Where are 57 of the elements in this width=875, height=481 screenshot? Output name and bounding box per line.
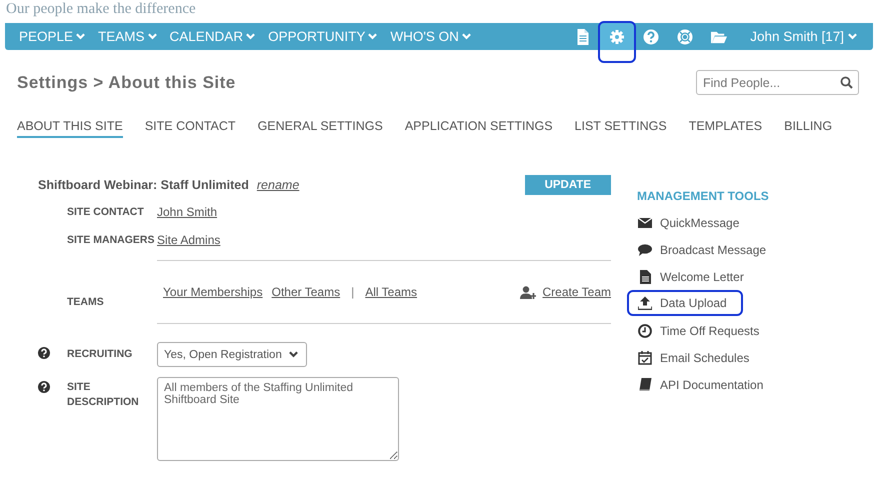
team-filter-link[interactable]: Your Memberships <box>163 284 263 300</box>
tab[interactable]: LIST SETTINGS <box>574 119 667 138</box>
team-filter-link[interactable]: All Teams <box>365 284 418 300</box>
settings-button[interactable] <box>600 23 634 61</box>
book-icon <box>638 378 652 392</box>
team-filter-link[interactable]: Other Teams <box>272 284 340 300</box>
tab[interactable]: GENERAL SETTINGS <box>258 119 383 138</box>
settings-icon <box>609 29 626 45</box>
speech-bubble-icon <box>638 242 652 256</box>
section-title: MANAGEMENT TOOLS <box>637 189 770 203</box>
tool-link[interactable]: Broadcast Message <box>637 236 766 263</box>
help-icon <box>38 346 50 358</box>
lifebuoy-icon <box>677 28 694 44</box>
chevron-down-icon <box>368 33 378 40</box>
rename-link[interactable]: rename <box>256 178 300 192</box>
field-label: SITE DESCRIPTION <box>67 380 140 410</box>
help-icon <box>38 381 50 393</box>
field-label: SITE MANAGERS <box>67 233 156 248</box>
clock-icon <box>638 324 652 338</box>
tab[interactable]: TEMPLATES <box>688 119 762 138</box>
document-icon <box>638 270 652 284</box>
search-icon <box>840 76 853 89</box>
field-label: TEAMS <box>67 295 105 310</box>
contact-link[interactable]: John Smith <box>157 205 218 219</box>
tab[interactable]: SITE CONTACT <box>144 119 236 138</box>
tool-link[interactable]: Welcome Letter <box>637 263 744 290</box>
page-title: Settings > About this Site <box>17 72 236 92</box>
chevron-down-icon <box>462 33 471 40</box>
tab[interactable]: ABOUT THIS SITE <box>17 119 123 138</box>
tab[interactable]: APPLICATION SETTINGS <box>404 119 553 138</box>
field-label: SITE CONTACT <box>67 205 145 220</box>
separator-text: | <box>351 285 354 299</box>
tool-link[interactable]: Data Upload <box>629 292 741 314</box>
site-name: Shiftboard Webinar: Staff Unlimited <box>38 178 249 192</box>
chevron-down-icon <box>289 351 298 358</box>
tagline: Our people make the difference <box>5 0 197 19</box>
managers-link[interactable]: Site Admins <box>157 233 220 247</box>
tab[interactable]: BILLING <box>784 119 832 138</box>
chevron-down-icon <box>848 33 857 40</box>
calendar-icon <box>638 350 652 364</box>
recruiting-dropdown[interactable]: Yes, Open Registration <box>157 342 307 367</box>
document-icon <box>575 28 592 44</box>
add-user-icon <box>520 286 536 298</box>
search-field[interactable]: Find People... <box>696 70 859 95</box>
help-icon <box>643 28 660 44</box>
chevron-down-icon <box>76 33 86 40</box>
tool-link[interactable]: Time Off Requests <box>637 317 760 344</box>
upload-icon <box>638 296 652 310</box>
create-team-link[interactable]: Create Team <box>542 284 611 300</box>
tool-link[interactable]: QuickMessage <box>637 209 740 236</box>
tool-link[interactable]: Email Schedules <box>637 344 750 371</box>
description-field[interactable]: All members of the Staffing Unlimited Shiftboard Site <box>157 377 399 461</box>
field-label: RECRUITING <box>67 347 134 362</box>
chevron-down-icon <box>246 33 256 40</box>
tool-link[interactable]: API Documentation <box>637 371 764 398</box>
chevron-down-icon <box>148 33 157 40</box>
envelope-icon <box>638 216 652 230</box>
